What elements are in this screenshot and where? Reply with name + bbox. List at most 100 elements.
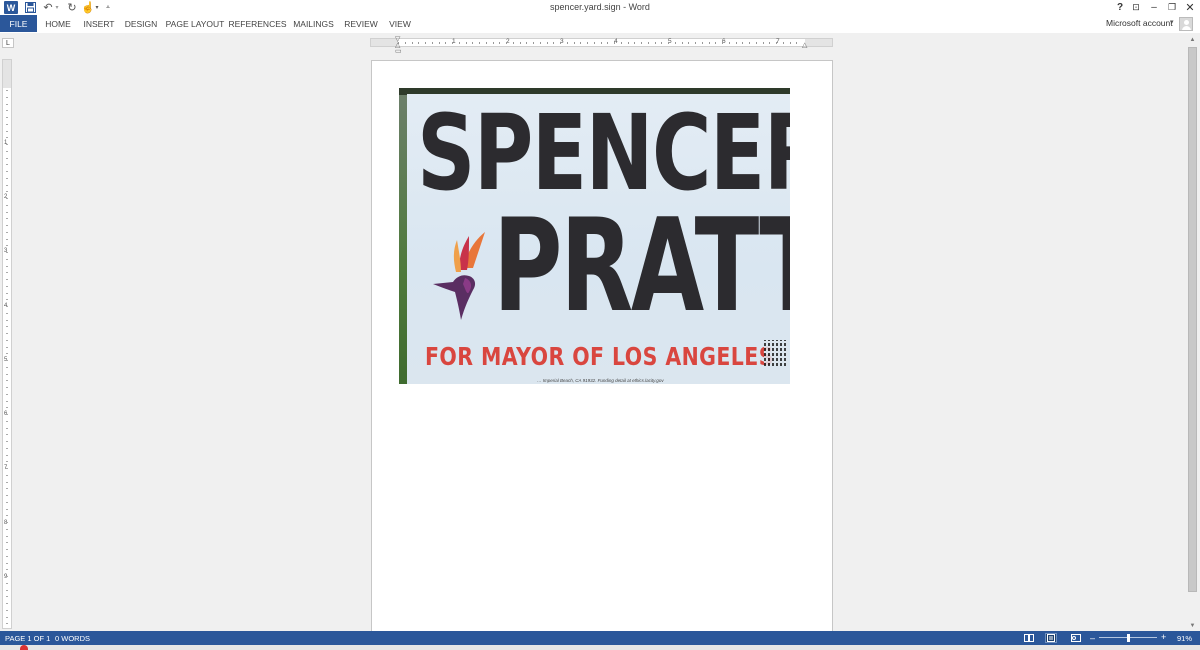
- read-mode-icon[interactable]: [1023, 633, 1035, 643]
- ruler-tick: [553, 42, 555, 44]
- ruler-tick: [492, 42, 494, 44]
- left-indent-marker[interactable]: ▽ △ ▭: [395, 36, 402, 55]
- ruler-tick: [6, 353, 8, 355]
- ruler-tick: [6, 123, 8, 125]
- ruler-tick: [425, 42, 426, 44]
- tab-insert[interactable]: INSERT: [80, 15, 118, 32]
- ruler-tick: [6, 157, 8, 159]
- ruler-tick: [580, 42, 582, 44]
- scrollbar-thumb[interactable]: [1188, 47, 1197, 592]
- ruler-tick: [776, 42, 777, 44]
- web-layout-icon[interactable]: [1070, 633, 1082, 643]
- zoom-level[interactable]: 91%: [1177, 634, 1192, 643]
- ruler-tick: [6, 312, 8, 314]
- ruler-tick: [607, 42, 609, 44]
- ruler-tick: [6, 96, 8, 98]
- sign-last-name: PRATT: [493, 192, 790, 341]
- minimize-button[interactable]: –: [1145, 0, 1163, 15]
- ruler-tick: [506, 42, 507, 44]
- print-layout-icon[interactable]: [1045, 633, 1057, 643]
- vertical-scrollbar[interactable]: ▲ ▼: [1187, 35, 1198, 631]
- ruler-tick: [674, 42, 676, 44]
- tab-home[interactable]: HOME: [40, 15, 76, 32]
- ruler-tick: [749, 42, 750, 44]
- ruler-tick: [6, 434, 8, 436]
- tab-mailings[interactable]: MAILINGS: [290, 15, 337, 32]
- ruler-tick: [6, 468, 8, 469]
- ruler-number: 8: [4, 520, 8, 526]
- ruler-tick: [458, 42, 460, 44]
- ruler-tick: [6, 582, 8, 584]
- tab-view[interactable]: VIEW: [386, 15, 414, 32]
- ruler-tick: [6, 373, 8, 375]
- ruler-tick: [587, 42, 588, 44]
- scroll-up-icon[interactable]: ▲: [1187, 35, 1198, 45]
- document-workspace: L 1 2 3 4 5 6 7 ▽△▭ △ 1 2 3 4 5 6 7 8 9: [0, 33, 1200, 640]
- ruler-tick: [6, 171, 8, 172]
- horizontal-ruler[interactable]: 1 2 3 4 5 6 7: [370, 38, 833, 47]
- ruler-tick: [6, 204, 8, 206]
- vertical-ruler[interactable]: 1 2 3 4 5 6 7 8 9: [2, 59, 12, 629]
- ruler-tick: [735, 42, 737, 44]
- ruler-tick: [668, 42, 669, 44]
- ruler-tick: [6, 528, 8, 530]
- account-name[interactable]: Microsoft account: [1106, 18, 1173, 28]
- yard-sign-image[interactable]: SPENCER PRATT FOR MAYOR OF LOS ANGELES ……: [399, 88, 790, 384]
- tab-review[interactable]: REVIEW: [342, 15, 380, 32]
- tab-references[interactable]: REFERENCES: [228, 15, 286, 32]
- ruler-tick: [533, 42, 534, 44]
- sign-first-name: SPENCER: [417, 92, 790, 214]
- ruler-tick: [6, 265, 8, 267]
- ruler-tick: [796, 42, 798, 44]
- sign-board: SPENCER PRATT FOR MAYOR OF LOS ANGELES ……: [407, 94, 790, 384]
- ribbon-tab-bar: FILE HOME INSERT DESIGN PAGE LAYOUT REFE…: [0, 15, 1200, 32]
- ruler-tick: [6, 420, 8, 422]
- ruler-tick: [6, 319, 8, 321]
- tab-file[interactable]: FILE: [0, 15, 37, 32]
- avatar[interactable]: [1179, 17, 1193, 31]
- ruler-tick: [573, 42, 575, 44]
- ruler-tick: [6, 515, 8, 517]
- document-page[interactable]: SPENCER PRATT FOR MAYOR OF LOS ANGELES ……: [371, 60, 833, 640]
- ribbon-display-options-button[interactable]: ⊡: [1127, 0, 1145, 15]
- hummingbird-logo-icon: [433, 232, 485, 320]
- ruler-tick: [6, 346, 8, 348]
- ruler-tick: [6, 252, 8, 253]
- restore-button[interactable]: ❐: [1163, 0, 1181, 15]
- ruler-tick: [6, 441, 8, 442]
- close-button[interactable]: ✕: [1181, 0, 1199, 15]
- ruler-tick: [6, 454, 8, 456]
- ruler-tick: [769, 42, 771, 44]
- scroll-down-icon[interactable]: ▼: [1187, 621, 1198, 631]
- ruler-tick: [6, 231, 8, 233]
- ruler-tick: [6, 184, 8, 186]
- zoom-out-button[interactable]: –: [1090, 633, 1095, 643]
- ruler-tick: [6, 542, 8, 544]
- ruler-tick: [6, 603, 8, 604]
- ruler-tick: [6, 596, 8, 598]
- word-window: W ↶ ▾ ↻ ☝ ▾ ⩡ spencer.yard.sign - Word ?…: [0, 0, 1200, 650]
- ruler-tick: [431, 42, 433, 44]
- ruler-tick: [6, 522, 8, 523]
- right-indent-marker[interactable]: △: [802, 41, 807, 49]
- ruler-tick: [782, 42, 784, 44]
- ruler-tick: [6, 90, 8, 91]
- ruler-tick: [485, 42, 487, 44]
- word-count[interactable]: 0 WORDS: [55, 634, 90, 643]
- ruler-tick: [6, 191, 8, 193]
- tab-design[interactable]: DESIGN: [122, 15, 160, 32]
- zoom-in-button[interactable]: +: [1161, 632, 1166, 642]
- page-count[interactable]: PAGE 1 OF 1: [5, 634, 50, 643]
- ruler-number: 3: [4, 248, 8, 254]
- ruler-tick: [465, 42, 467, 44]
- ruler-tick: [722, 42, 723, 44]
- ruler-tick: [661, 42, 663, 44]
- ruler-tick: [6, 414, 8, 415]
- tab-selector[interactable]: L: [2, 38, 14, 48]
- tab-page-layout[interactable]: PAGE LAYOUT: [165, 15, 225, 32]
- taskbar-strip: [0, 645, 1200, 650]
- ruler-tick: [593, 42, 595, 44]
- zoom-slider-thumb[interactable]: [1126, 634, 1130, 642]
- account-dropdown-icon[interactable]: ▾: [1170, 18, 1174, 26]
- ruler-tick: [6, 258, 8, 260]
